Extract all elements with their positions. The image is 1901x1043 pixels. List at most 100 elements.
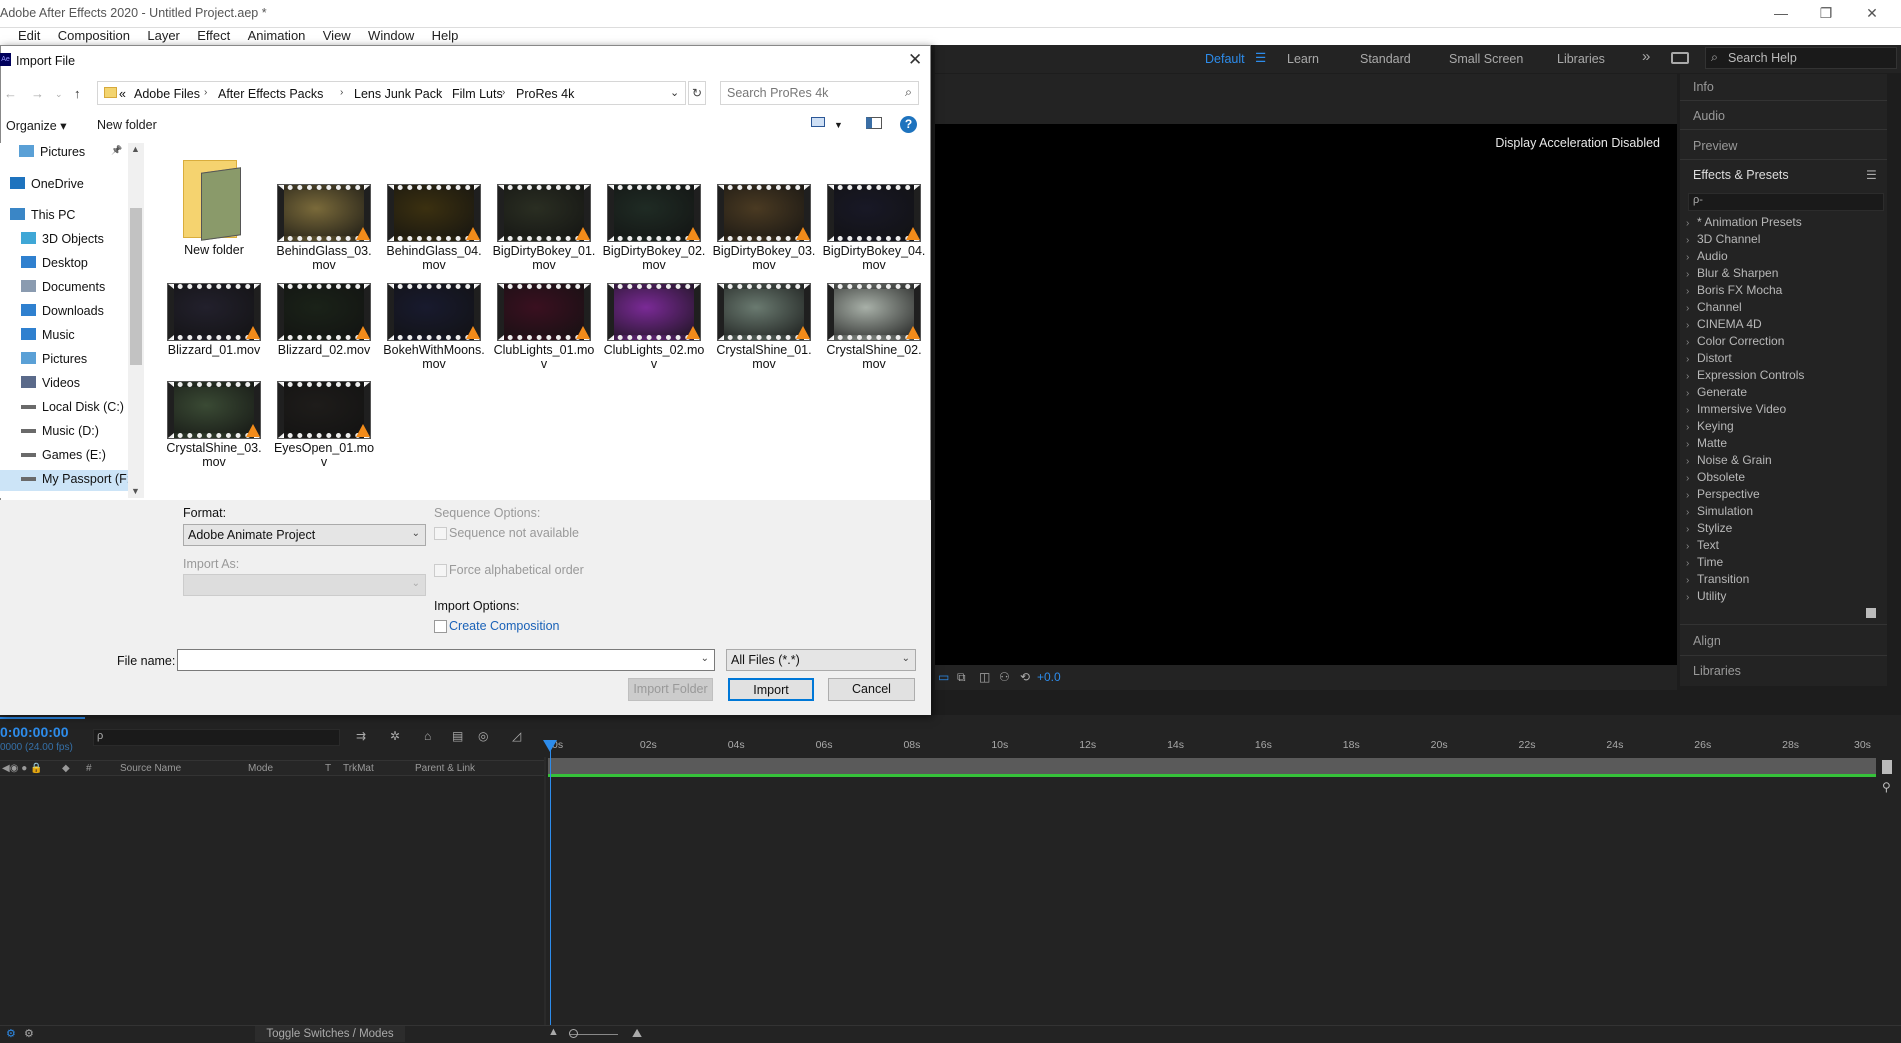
chevron-right-icon[interactable]: › [1686,507,1692,518]
file-name-input[interactable]: ⌄ [177,649,715,671]
nav-scrollbar-thumb[interactable] [130,208,142,365]
workspace-more-icon[interactable]: » [1642,48,1650,65]
nav-item-desktop[interactable]: Desktop [21,256,88,270]
search-help-input[interactable]: ⌕ Search Help [1705,47,1897,69]
effects-category[interactable]: › Generate [1686,385,1882,402]
effects-category[interactable]: › Boris FX Mocha [1686,283,1882,300]
exposure-value[interactable]: +0.0 [1037,670,1061,684]
effects-category[interactable]: › Channel [1686,300,1882,317]
recent-locations-icon[interactable]: ⌄ [55,89,63,100]
file-item[interactable]: Blizzard_02.mov [272,283,376,357]
effects-category[interactable]: › Utility [1686,589,1882,606]
effects-category[interactable]: › Matte [1686,436,1882,453]
forward-arrow-icon[interactable]: → [31,86,44,101]
restore-icon[interactable]: ❐ [1806,4,1846,22]
snapshot-icon[interactable]: ◫ [979,670,990,684]
chevron-right-icon[interactable]: › [1686,473,1692,484]
organize-button[interactable]: Organize ▾ [6,118,66,133]
column-t[interactable]: T [325,763,331,774]
render-time-icon[interactable]: ⚙ [6,1027,16,1040]
breadcrumb-prefix[interactable]: « [119,87,126,101]
effects-category[interactable]: › * Animation Presets [1686,215,1882,232]
timeline-search-input[interactable]: ρ [93,729,340,746]
nav-item-this-pc[interactable]: This PC [10,208,75,222]
effects-category[interactable]: › Distort [1686,351,1882,368]
expand-icon[interactable]: ⚙ [24,1027,34,1040]
panel-info[interactable]: Info [1693,80,1714,94]
nav-item-3d-objects[interactable]: 3D Objects [21,232,104,246]
file-item[interactable]: BigDirtyBokey_04.mov [822,184,926,272]
nav-item-pictures[interactable]: Pictures [21,352,87,366]
chevron-down-icon[interactable]: ⌄ [701,653,709,664]
chevron-right-icon[interactable]: › [1686,218,1692,229]
workspace-standard[interactable]: Standard [1360,52,1411,66]
comp-navigator-icon[interactable]: ⚲ [1882,780,1891,794]
chevron-right-icon[interactable]: › [1686,303,1692,314]
effects-category[interactable]: › Noise & Grain [1686,453,1882,470]
breadcrumb-lens-junk-pack[interactable]: Lens Junk Pack [354,87,442,101]
comp-mini-flowchart-icon[interactable]: ⇉ [356,729,366,743]
panel-preview[interactable]: Preview [1693,139,1737,153]
file-item[interactable]: ClubLights_01.mov [492,283,596,371]
chevron-right-icon[interactable]: › [1686,286,1692,297]
workspace-libraries[interactable]: Libraries [1557,52,1605,66]
frame-blending-icon[interactable]: ▤ [452,729,463,743]
file-item[interactable]: BokehWithMoons.mov [382,283,486,371]
refresh-icon[interactable]: ↻ [688,81,706,105]
dialog-close-icon[interactable]: ✕ [908,50,922,70]
breadcrumb-adobe-files[interactable]: Adobe Files [134,87,200,101]
file-item[interactable]: BehindGlass_03.mov [272,184,376,272]
column-trkmat[interactable]: TrkMat [343,763,374,774]
exposure-reset-icon[interactable]: ⟲ [1020,670,1030,684]
nav-item-local-disk-c[interactable]: Local Disk (C:) [21,400,124,414]
workspace-small-screen[interactable]: Small Screen [1449,52,1523,66]
effects-category[interactable]: › Blur & Sharpen [1686,266,1882,283]
chevron-right-icon[interactable]: › [1686,235,1692,246]
nav-item-downloads[interactable]: Downloads [21,304,104,318]
chevron-right-icon[interactable]: › [1686,320,1692,331]
chevron-right-icon[interactable]: › [1686,337,1692,348]
file-item[interactable]: CrystalShine_01.mov [712,283,816,371]
time-ruler[interactable]: 0s 02s 04s 06s 08s 10s 12s 14s 16s 18s 20s 22s 24s 26… [548,727,1878,757]
effects-category[interactable]: › Stylize [1686,521,1882,538]
cancel-button[interactable]: Cancel [828,678,915,701]
menu-edit[interactable]: Edit [18,28,40,44]
panel-menu-icon[interactable]: ☰ [1866,168,1877,182]
nav-item-documents[interactable]: Documents [21,280,105,294]
view-options-dropdown-icon[interactable]: ▼ [834,120,843,130]
folder-item[interactable]: New folder [162,158,266,257]
current-time-indicator[interactable] [550,740,551,1025]
composition-viewer[interactable]: Display Acceleration Disabled [935,124,1677,665]
effects-category[interactable]: › Perspective [1686,487,1882,504]
chevron-right-icon[interactable]: › [1686,592,1692,603]
effects-category[interactable]: › 3D Channel [1686,232,1882,249]
workspace-sync-icon[interactable] [1671,52,1689,64]
shy-icon[interactable]: ⌂ [424,729,431,743]
chevron-right-icon[interactable]: › [1686,524,1692,535]
playhead-icon[interactable] [543,740,557,752]
scroll-down-icon[interactable]: ▼ [131,486,140,496]
chevron-right-icon[interactable]: › [1686,490,1692,501]
panel-audio[interactable]: Audio [1693,109,1725,123]
menu-effect[interactable]: Effect [197,28,230,44]
menu-composition[interactable]: Composition [58,28,130,44]
motion-blur-icon[interactable]: ◎ [478,729,488,743]
chevron-right-icon[interactable]: › [1686,558,1692,569]
file-item[interactable]: ClubLights_02.mov [602,283,706,371]
change-view-icon[interactable] [811,117,825,127]
chevron-right-icon[interactable]: › [1686,456,1692,467]
breadcrumb-prores-4k[interactable]: ProRes 4k [516,87,574,101]
create-composition-label[interactable]: Create Composition [449,619,559,633]
address-bar[interactable]: « Adobe Files › After Effects Packs › Le… [97,81,686,105]
help-icon[interactable]: ? [900,116,917,133]
file-item[interactable]: BigDirtyBokey_02.mov [602,184,706,272]
effects-category[interactable]: › Expression Controls [1686,368,1882,385]
nav-item-videos[interactable]: Videos [21,376,80,390]
chevron-right-icon[interactable]: › [1686,541,1692,552]
toggle-switches-modes-button[interactable]: Toggle Switches / Modes [255,1026,405,1042]
menu-window[interactable]: Window [368,28,414,44]
nav-item-music-d[interactable]: Music (D:) [21,424,99,438]
zoom-out-icon[interactable]: ▲ [548,1026,559,1038]
search-folder-input[interactable]: Search ProRes 4k ⌕ [720,81,919,105]
graph-editor-icon[interactable]: ◿ [512,729,521,743]
